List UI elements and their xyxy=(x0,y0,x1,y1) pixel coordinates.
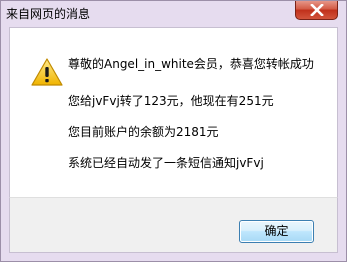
dialog-title: 来自网页的消息 xyxy=(6,7,91,21)
message-line-greeting: 尊敬的Angel_in_white会员，恭喜您转帐成功 xyxy=(68,57,314,71)
title-bar[interactable]: 来自网页的消息 xyxy=(1,1,346,27)
close-icon xyxy=(310,4,324,16)
ok-button[interactable]: 确定 xyxy=(239,220,314,243)
message-line-balance: 您目前账户的余额为2181元 xyxy=(68,125,219,139)
button-bar: 确定 xyxy=(9,197,338,253)
message-line-sms: 系统已经自动发了一条短信通知jvFvj xyxy=(68,156,264,170)
close-button[interactable] xyxy=(295,1,338,20)
message-area: 尊敬的Angel_in_white会员，恭喜您转帐成功 您给jvFvj转了123… xyxy=(9,27,338,197)
message-line-transfer: 您给jvFvj转了123元，他现在有251元 xyxy=(68,94,274,108)
message-dialog: 来自网页的消息 尊敬的Angel_in_white会员，恭喜您转帐成功 您给jv… xyxy=(0,0,347,262)
warning-icon xyxy=(31,58,63,86)
